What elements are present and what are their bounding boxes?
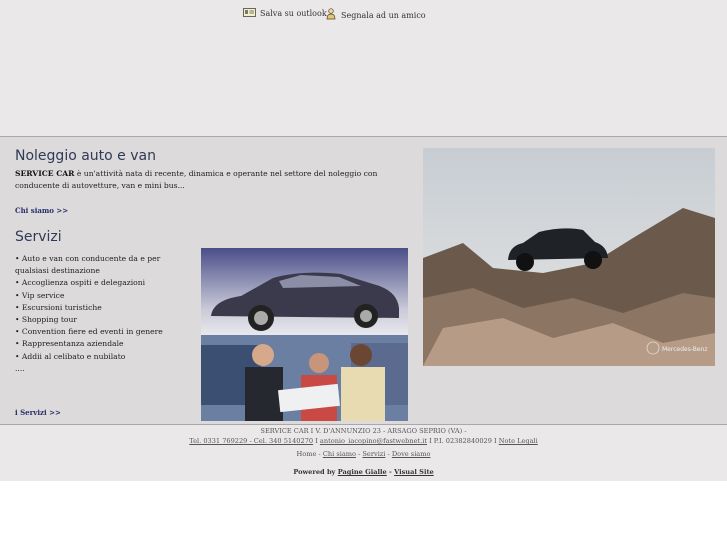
list-item: • Auto e van con conducente da e per qua… <box>15 254 161 276</box>
save-outlook-link[interactable]: Salva su outlook <box>243 8 327 19</box>
main-content: Noleggio auto e van SERVICE CAR è un'att… <box>0 137 727 424</box>
brand-name: SERVICE CAR <box>15 169 75 178</box>
save-outlook-label: Salva su outlook <box>260 9 327 18</box>
suv-photo: Mercedes-Benz <box>423 148 715 366</box>
top-bar: Salva su outlook Segnala ad un amico <box>0 0 727 137</box>
about-us-link[interactable]: Chi siamo >> <box>15 206 68 215</box>
nav-services-link[interactable]: Servizi <box>362 450 385 458</box>
powered-by-label: Powered by <box>293 468 336 476</box>
list-item: • Convention fiere ed eventi in genere <box>15 327 163 337</box>
list-item: • Vip service <box>15 290 65 300</box>
intro-title: Noleggio auto e van <box>15 148 156 164</box>
services-title: Servizi <box>15 229 62 245</box>
people-photo <box>201 335 408 421</box>
list-item: • Addii al celibato e nubilato <box>15 351 126 361</box>
pagine-gialle-link[interactable]: Pagine Gialle <box>338 468 387 476</box>
list-item: .... <box>15 363 25 373</box>
list-item: • Escursioni turistiche <box>15 302 102 312</box>
contact-card-icon <box>243 8 256 19</box>
person-icon <box>326 8 337 22</box>
list-item: • Shopping tour <box>15 315 78 325</box>
legal-notes-link[interactable]: Note Legali <box>499 437 538 445</box>
vat-number: I P.I. 02382840029 I <box>426 437 499 445</box>
intro-text: SERVICE CAR è un'attività nata di recent… <box>15 168 410 192</box>
footer-nav: Home - Chi siamo - Servizi - Dove siamo <box>296 450 431 458</box>
footer-contacts: Tel. 0331 769229 - Cel. 340 5140270 I an… <box>189 437 538 445</box>
email-link[interactable]: antonio_iacopino@fastwebnet.it <box>320 437 427 445</box>
station-wagon-photo <box>201 248 408 335</box>
list-item: • Rappresentanza aziendale <box>15 339 124 349</box>
powered-by: Powered by Pagine Gialle - Visual Site <box>293 468 434 476</box>
nav-home[interactable]: Home <box>297 450 317 458</box>
services-link[interactable]: i Servizi >> <box>15 408 61 417</box>
photo-watermark: Mercedes-Benz <box>662 346 708 353</box>
list-item: • Accoglienza ospiti e delegazioni <box>15 278 146 288</box>
report-friend-label: Segnala ad un amico <box>341 10 426 20</box>
footer: SERVICE CAR I V. D'ANNUNZIO 23 - ARSAGO … <box>0 424 727 481</box>
footer-address: SERVICE CAR I V. D'ANNUNZIO 23 - ARSAGO … <box>260 427 467 435</box>
report-friend-link[interactable]: Segnala ad un amico <box>326 8 426 22</box>
nav-about-link[interactable]: Chi siamo <box>323 450 356 458</box>
services-list: • Auto e van con conducente da e per qua… <box>15 253 195 375</box>
nav-where-link[interactable]: Dove siamo <box>392 450 431 458</box>
visual-site-link[interactable]: Visual Site <box>394 468 434 476</box>
phone-link[interactable]: Tel. 0331 769229 - Cel. 340 5140270 <box>189 437 313 445</box>
